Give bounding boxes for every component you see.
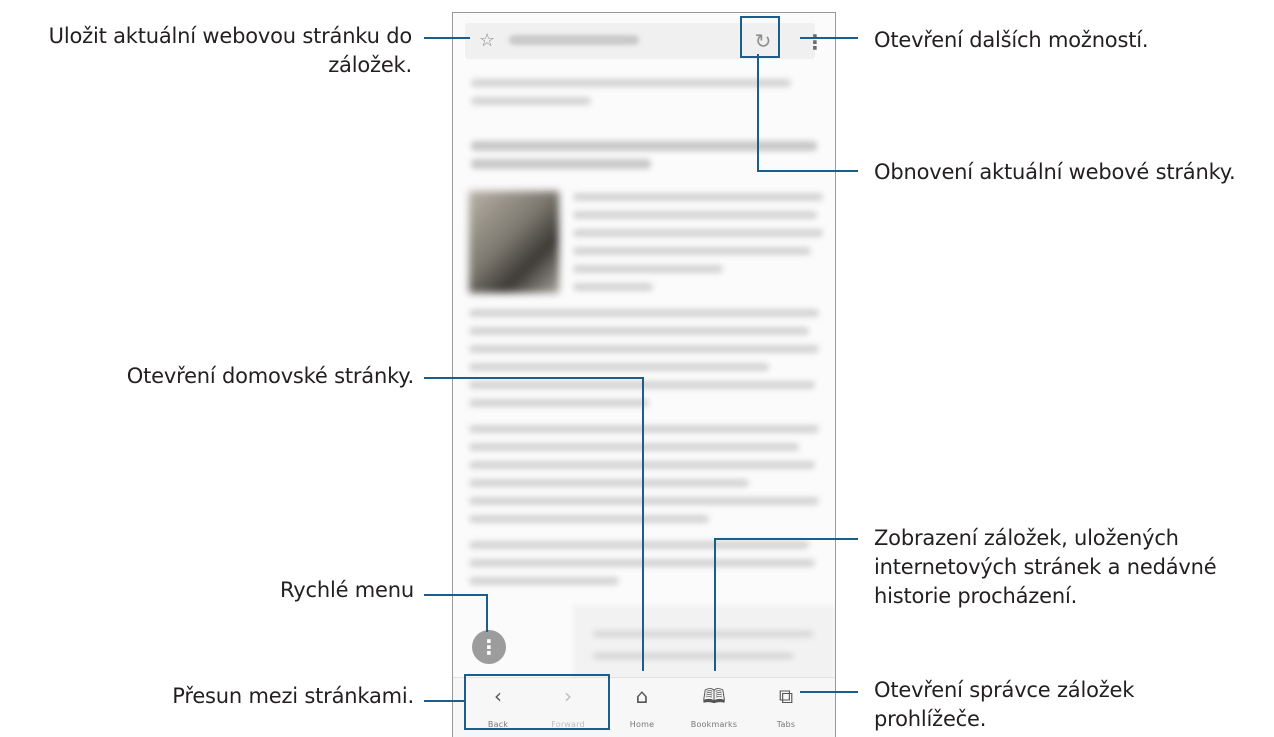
- navigation-highlight: [464, 674, 610, 730]
- callout-home: Otevření domovské stránky.: [126, 364, 414, 388]
- connector-line: [424, 700, 464, 702]
- connector-line: [800, 37, 858, 39]
- connector-line: [424, 377, 644, 379]
- connector-line: [757, 54, 759, 171]
- connector-line: [714, 538, 716, 671]
- refresh-highlight: [740, 16, 780, 58]
- bookmarks-button[interactable]: 🕮 Bookmarks: [683, 678, 745, 737]
- callout-more-options: Otevření dalších možností.: [874, 28, 1149, 52]
- quick-menu-button[interactable]: ⋮: [472, 630, 506, 664]
- callout-bookmarks: Zobrazení záložek, uložených internetový…: [874, 526, 1217, 608]
- callout-refresh: Obnovení aktuální webové stránky.: [874, 160, 1236, 184]
- home-button[interactable]: ⌂ Home: [611, 678, 673, 737]
- connector-line: [424, 594, 488, 596]
- url-text[interactable]: [509, 35, 639, 45]
- connector-line: [424, 37, 470, 39]
- connector-line: [757, 170, 858, 172]
- connector-line: [642, 377, 644, 671]
- callout-bookmark-current: Uložit aktuální webovou stránku do zálož…: [48, 24, 413, 77]
- web-page-content: [453, 63, 835, 695]
- callout-tabs: Otevření správce záložek prohlížeče.: [874, 678, 1135, 731]
- callout-navigate: Přesun mezi stránkami.: [172, 684, 414, 708]
- star-icon[interactable]: ☆: [479, 30, 495, 51]
- browser-screenshot: ☆ ↻ ⋮ ⋮ ‹ Back › Forward ⌂ Home 🕮 Bookma…: [452, 12, 836, 737]
- book-icon: 🕮: [702, 684, 726, 708]
- tabs-button[interactable]: ⧉ Tabs: [755, 678, 817, 737]
- connector-line: [486, 594, 488, 632]
- connector-line: [714, 538, 858, 540]
- tabs-icon: ⧉: [778, 684, 794, 708]
- callout-quick-menu: Rychlé menu: [280, 578, 414, 602]
- more-vertical-icon[interactable]: ⋮: [805, 31, 825, 53]
- home-icon: ⌂: [635, 684, 649, 708]
- connector-line: [800, 691, 858, 693]
- article-photo: [469, 191, 559, 293]
